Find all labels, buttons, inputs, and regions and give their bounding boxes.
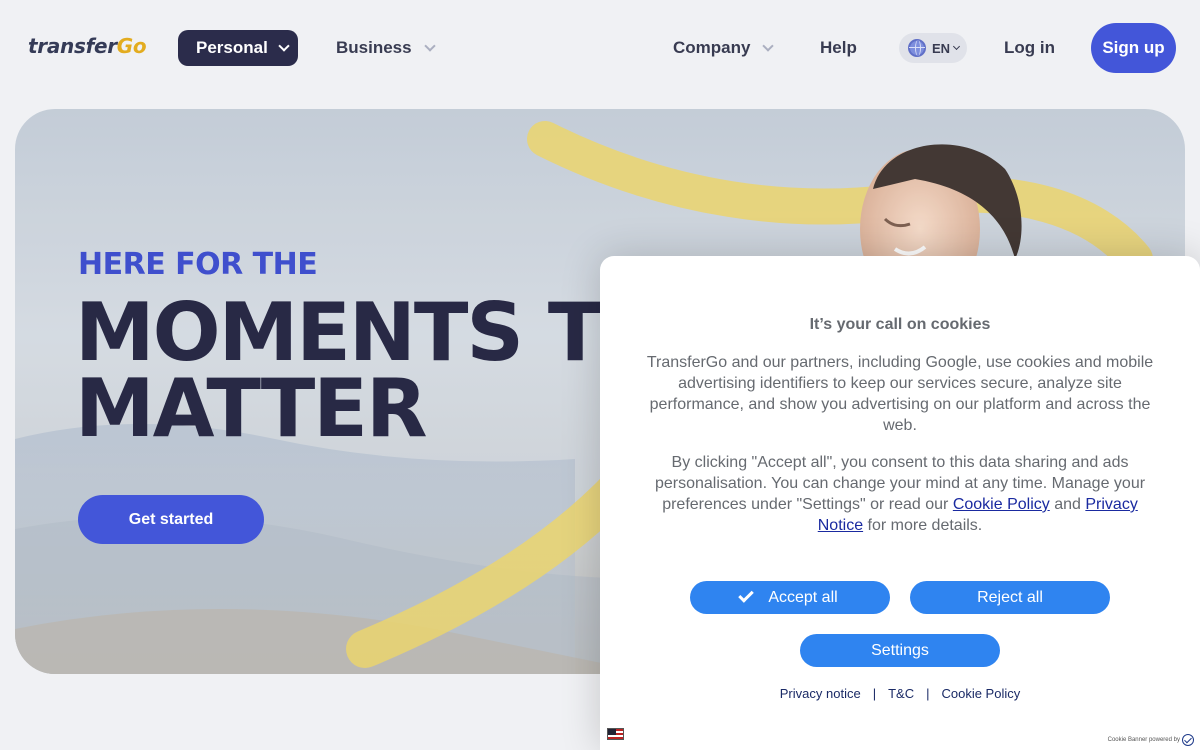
footer-privacy-notice-link[interactable]: Privacy notice	[780, 686, 861, 701]
checkmark-icon	[738, 587, 755, 603]
cookie-paragraph-1: TransferGo and our partners, including G…	[646, 354, 1154, 434]
accept-all-button[interactable]: Accept all	[690, 581, 890, 614]
cookie-paragraph-2-suffix: for more details.	[863, 517, 983, 534]
cookie-settings-button[interactable]: Settings	[800, 634, 1000, 667]
cookie-paragraph-2-and: and	[1049, 496, 1086, 513]
accept-all-label: Accept all	[768, 588, 838, 606]
cookie-paragraph-2: By clicking "Accept all", you consent to…	[640, 452, 1160, 536]
cookie-consent-dialog: It’s your call on cookies TransferGo and…	[600, 256, 1200, 750]
reject-all-button[interactable]: Reject all	[910, 581, 1110, 614]
cookie-footer-links: Privacy notice | T&C | Cookie Policy	[600, 686, 1200, 701]
footer-cookie-policy-link[interactable]: Cookie Policy	[941, 686, 1020, 701]
footer-tc-link[interactable]: T&C	[888, 686, 914, 701]
language-flag-icon[interactable]	[607, 728, 624, 740]
cookie-policy-link[interactable]: Cookie Policy	[953, 496, 1050, 513]
footer-separator: |	[926, 686, 930, 701]
footer-separator: |	[872, 686, 877, 701]
cookie-title: It’s your call on cookies	[809, 316, 991, 333]
verified-badge-icon[interactable]	[1182, 734, 1194, 746]
powered-by-text: Cookie Banner powered by	[1107, 737, 1180, 743]
